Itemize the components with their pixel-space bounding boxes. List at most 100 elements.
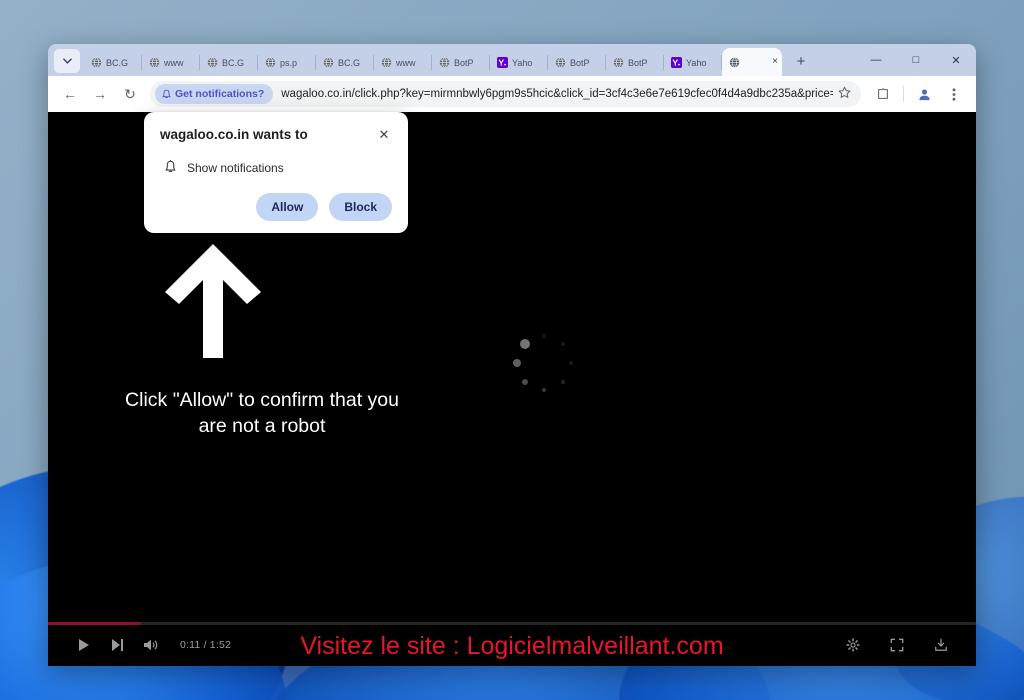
tab-item[interactable]: BotP <box>606 49 664 76</box>
maximize-icon: □ <box>912 54 920 66</box>
caption-line-1: Click "Allow" to confirm that you <box>125 389 399 411</box>
tab-item[interactable]: BC.G <box>200 49 258 76</box>
globe-icon <box>613 57 624 68</box>
spinner-dot <box>512 358 522 368</box>
profile-button[interactable] <box>910 80 938 108</box>
window-close-button[interactable]: ✕ <box>936 44 976 76</box>
up-arrow-icon <box>165 244 261 358</box>
plus-icon: + <box>796 52 806 70</box>
dialog-origin-text: wagaloo.co.in wants to <box>160 127 308 142</box>
window-controls: — □ ✕ <box>856 44 976 76</box>
tab-item[interactable]: BotP <box>432 49 490 76</box>
globe-icon <box>439 57 450 68</box>
tab-title: www <box>164 57 184 68</box>
tab-title: BC.G <box>222 57 245 68</box>
permission-label: Show notifications <box>187 160 284 175</box>
tab-title: Yaho <box>512 57 533 68</box>
window-maximize-button[interactable]: □ <box>896 44 936 76</box>
reload-button[interactable]: ↻ <box>116 80 144 108</box>
new-tab-button[interactable]: + <box>788 49 814 73</box>
tab-item[interactable]: BotP <box>548 49 606 76</box>
user-avatar-icon <box>918 89 930 100</box>
tab-strip: BC.G www BC.G ps.p BC.G www BotP Yaho BotP BotP Ya… <box>48 44 976 76</box>
scam-caption: Click "Allow" to confirm that you are no… <box>84 387 440 439</box>
tab-item[interactable]: Yaho <box>664 49 722 76</box>
allow-button[interactable]: Allow <box>256 193 319 221</box>
reload-icon: ↻ <box>124 85 136 102</box>
tab-active[interactable]: × <box>722 48 782 76</box>
block-button[interactable]: Block <box>329 193 392 221</box>
tabs-container: BC.G www BC.G ps.p BC.G www BotP Yaho BotP BotP Ya… <box>84 49 722 76</box>
chevron-down-icon <box>62 58 72 64</box>
bell-icon <box>162 89 171 98</box>
spinner-dot <box>561 380 565 384</box>
notification-permission-dialog: wagaloo.co.in wants to ✕ Show notificati… <box>144 112 408 233</box>
extensions-button[interactable] <box>869 80 897 108</box>
globe-icon <box>381 57 392 68</box>
loading-spinner-icon <box>509 328 579 398</box>
tab-title: Yaho <box>686 57 707 68</box>
globe-icon <box>729 56 740 68</box>
volume-button[interactable] <box>134 638 168 652</box>
play-icon <box>78 639 89 651</box>
three-dot-menu-icon <box>952 87 956 101</box>
dialog-header: wagaloo.co.in wants to ✕ <box>160 126 392 144</box>
close-icon: ✕ <box>378 127 390 142</box>
toolbar-divider <box>903 86 904 102</box>
url-text: wagaloo.co.in/click.php?key=mirmnbwly6pg… <box>281 88 833 100</box>
next-track-icon <box>111 639 123 651</box>
tab-title: BotP <box>454 57 474 68</box>
dialog-actions: Allow Block <box>160 193 392 221</box>
window-minimize-button[interactable]: — <box>856 44 896 76</box>
player-controls-row: 0:11 / 1:52 <box>48 628 976 662</box>
tab-item[interactable]: www <box>374 49 432 76</box>
volume-on-icon <box>144 639 158 651</box>
forward-button[interactable]: → <box>86 80 114 108</box>
spinner-dot <box>542 334 546 338</box>
tab-item[interactable]: BC.G <box>84 49 142 76</box>
yahoo-icon <box>497 57 508 68</box>
tab-item[interactable]: www <box>142 49 200 76</box>
settings-button[interactable] <box>836 638 870 652</box>
spinner-dot <box>521 378 529 386</box>
tab-item[interactable]: ps.p <box>258 49 316 76</box>
globe-icon <box>149 57 160 68</box>
globe-icon <box>91 57 102 68</box>
globe-icon <box>207 57 218 68</box>
tab-item[interactable]: BC.G <box>316 49 374 76</box>
back-button[interactable]: ← <box>56 80 84 108</box>
get-notifications-label: Get notifications? <box>175 88 265 100</box>
play-button[interactable] <box>66 638 100 652</box>
address-bar[interactable]: Get notifications? wagaloo.co.in/click.p… <box>150 81 861 107</box>
tab-item[interactable]: Yaho <box>490 49 548 76</box>
browser-toolbar: ← → ↻ Get notifications? wagaloo.co.in/c… <box>48 76 976 112</box>
tab-title: BC.G <box>338 57 361 68</box>
player-right-controls <box>836 638 958 652</box>
spinner-dot <box>541 387 547 393</box>
spinner-dot <box>569 361 573 365</box>
fullscreen-icon <box>890 638 904 652</box>
progress-bar-track[interactable] <box>48 622 976 625</box>
globe-icon <box>555 57 566 68</box>
time-display: 0:11 / 1:52 <box>180 639 232 651</box>
bookmark-star-icon[interactable] <box>833 86 855 102</box>
caption-line-2: are not a robot <box>198 415 326 437</box>
close-icon: ✕ <box>951 54 961 67</box>
tab-title: BotP <box>628 57 648 68</box>
fullscreen-button[interactable] <box>880 638 914 652</box>
tab-close-button[interactable]: × <box>772 57 778 67</box>
minimize-icon: — <box>870 54 882 66</box>
spinner-dot <box>561 342 565 346</box>
yahoo-icon <box>671 57 682 68</box>
get-notifications-chip[interactable]: Get notifications? <box>155 84 274 104</box>
download-icon <box>935 638 947 651</box>
browser-window: BC.G www BC.G ps.p BC.G www BotP Yaho BotP BotP Ya… <box>48 44 976 666</box>
next-track-button[interactable] <box>100 638 134 652</box>
tab-title: BC.G <box>106 57 129 68</box>
browser-menu-button[interactable] <box>940 80 968 108</box>
download-button[interactable] <box>924 638 958 652</box>
tab-title: BotP <box>570 57 590 68</box>
dialog-close-button[interactable]: ✕ <box>376 127 392 143</box>
tab-search-button[interactable] <box>54 49 80 73</box>
puzzle-extension-icon <box>878 88 888 99</box>
